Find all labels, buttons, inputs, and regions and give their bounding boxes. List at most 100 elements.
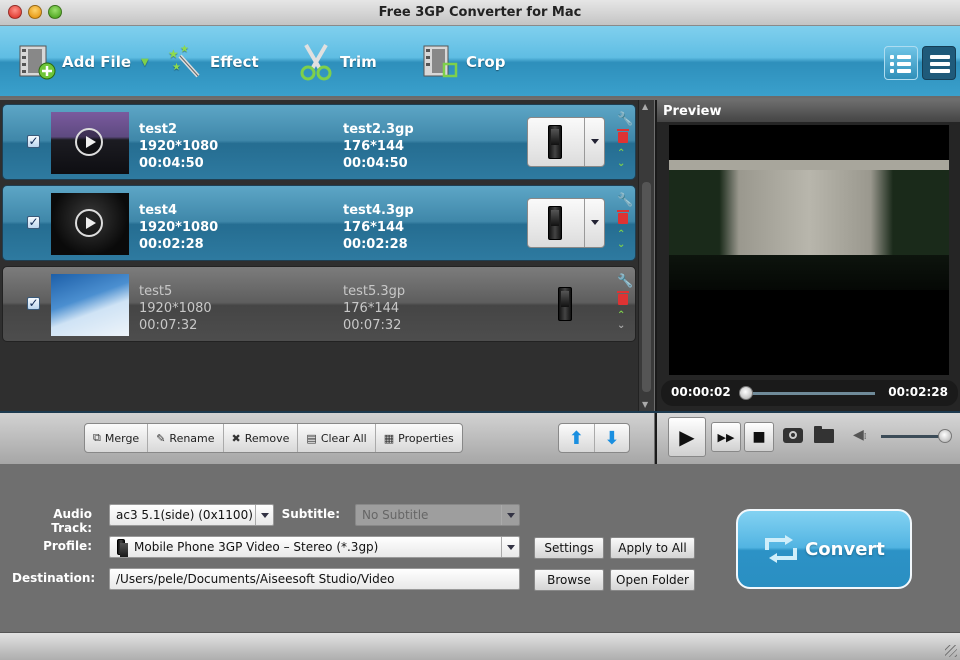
subtitle-select[interactable]: No Subtitle	[355, 504, 520, 526]
arrow-down-icon: ⬇	[604, 427, 620, 449]
playback-bar: 00:00:02 00:02:28	[661, 380, 958, 406]
trash-icon[interactable]	[617, 210, 629, 224]
file-list: ✓ test2 1920*1080 00:04:50 test2.3gp 176…	[0, 100, 654, 412]
browse-button[interactable]: Browse	[534, 569, 604, 591]
mobile-phone-icon[interactable]	[558, 287, 572, 321]
open-snapshot-folder-icon[interactable]	[814, 426, 834, 443]
arrow-up-icon: ⬆	[568, 427, 584, 449]
remove-button[interactable]: ✖ Remove	[224, 424, 299, 452]
resize-grip-icon[interactable]	[945, 645, 957, 657]
file-checkbox[interactable]: ✓	[27, 135, 40, 148]
output-name[interactable]: test2.3gp	[343, 121, 414, 138]
move-down-button[interactable]: ⬇	[595, 424, 630, 452]
output-name[interactable]: test4.3gp	[343, 202, 414, 219]
chevron-down-icon[interactable]	[584, 199, 604, 247]
convert-button[interactable]: Convert	[736, 509, 912, 589]
volume-slider[interactable]	[881, 435, 945, 438]
add-file-label: Add File	[62, 53, 132, 71]
file-row[interactable]: ✓ test4 1920*1080 00:02:28 test4.3gp 176…	[2, 185, 636, 261]
preview-video[interactable]	[669, 125, 949, 375]
video-thumbnail[interactable]	[51, 112, 129, 174]
audio-track-label: Audio Track:	[51, 507, 92, 535]
move-down-icon[interactable]: ⌄	[617, 321, 625, 331]
preview-panel: Preview 00:00:02 00:02:28	[655, 100, 960, 412]
list-view-button[interactable]	[884, 46, 918, 80]
trash-icon[interactable]	[617, 291, 629, 305]
output-profile-select[interactable]	[527, 198, 605, 248]
svg-text:★: ★	[180, 44, 189, 55]
title-bar: Free 3GP Converter for Mac	[0, 0, 960, 26]
fast-forward-button[interactable]: ▶▶	[711, 422, 741, 452]
trim-button[interactable]: Trim	[298, 42, 377, 82]
source-name: test4	[139, 203, 178, 218]
clear-all-button[interactable]: ▤ Clear All	[298, 424, 376, 452]
file-checkbox[interactable]: ✓	[27, 297, 40, 310]
output-duration: 00:07:32	[343, 318, 402, 333]
stop-button[interactable]: ■	[744, 422, 774, 452]
wrench-icon[interactable]: 🔧	[617, 113, 633, 126]
source-duration: 00:04:50	[139, 156, 204, 171]
apply-to-all-button[interactable]: Apply to All	[610, 537, 695, 559]
move-down-icon[interactable]: ⌄	[617, 240, 625, 250]
properties-button[interactable]: ▦ Properties	[376, 424, 462, 452]
effect-button[interactable]: ★ ★ ★ Effect	[166, 42, 259, 82]
scroll-up-icon[interactable]: ▲	[642, 102, 648, 111]
subtitle-value: No Subtitle	[362, 508, 429, 522]
main-toolbar: Add File ▼ ★ ★ ★ Effect Trim Crop	[0, 26, 960, 98]
trash-icon[interactable]	[617, 129, 629, 143]
status-bar	[0, 632, 960, 660]
profile-select[interactable]: Mobile Phone 3GP Video – Stereo (*.3gp)	[109, 536, 520, 558]
play-icon[interactable]	[75, 209, 103, 237]
destination-input[interactable]: /Users/pele/Documents/Aiseesoft Studio/V…	[109, 568, 520, 590]
audio-track-select[interactable]: ac3 5.1(side) (0x1100)	[109, 504, 274, 526]
file-checkbox[interactable]: ✓	[27, 216, 40, 229]
merge-button[interactable]: ⧉ Merge	[85, 424, 149, 452]
seek-slider-thumb[interactable]	[739, 386, 754, 400]
open-folder-button[interactable]: Open Folder	[610, 569, 695, 591]
move-up-button[interactable]: ⬆	[559, 424, 595, 452]
wrench-icon[interactable]: 🔧	[617, 194, 633, 207]
player-controls: ▶ ▶▶ ■ ◀⁞	[655, 413, 960, 464]
play-icon: ▶	[679, 425, 695, 449]
trim-label: Trim	[340, 53, 377, 71]
rename-button[interactable]: ✎ Rename	[148, 424, 224, 452]
properties-label: Properties	[398, 431, 454, 445]
volume-slider-thumb[interactable]	[938, 429, 952, 443]
move-down-icon[interactable]: ⌄	[617, 159, 625, 169]
output-resolution: 176*144	[343, 139, 405, 154]
seek-slider[interactable]	[745, 392, 875, 395]
add-file-button[interactable]: Add File ▼	[18, 42, 149, 82]
crop-icon	[423, 45, 458, 78]
scissors-icon	[300, 43, 332, 81]
add-file-dropdown-icon[interactable]: ▼	[141, 57, 149, 68]
profile-label: Profile:	[43, 539, 92, 553]
scrollbar-thumb[interactable]	[642, 182, 651, 392]
chevron-down-icon[interactable]	[584, 118, 604, 166]
add-file-icon	[19, 45, 56, 80]
effect-label: Effect	[210, 53, 259, 71]
crop-button[interactable]: Crop	[422, 42, 505, 82]
video-thumbnail[interactable]	[51, 274, 129, 336]
source-name: test2	[139, 122, 178, 137]
file-row[interactable]: ✓ test5 1920*1080 00:07:32 test5.3gp 176…	[2, 266, 636, 342]
file-list-scrollbar[interactable]: ▲ ▼	[638, 100, 654, 412]
output-profile-select[interactable]	[527, 117, 605, 167]
file-row[interactable]: ✓ test2 1920*1080 00:04:50 test2.3gp 176…	[2, 104, 636, 180]
file-action-bar: ⧉ Merge ✎ Rename ✖ Remove ▤ Clear All ▦ Prope…	[0, 413, 654, 464]
mobile-phone-icon	[548, 125, 562, 159]
crop-label: Crop	[466, 53, 506, 71]
volume-icon[interactable]: ◀⁞	[853, 427, 867, 443]
snapshot-camera-icon[interactable]	[783, 428, 803, 443]
merge-icon: ⧉	[93, 431, 101, 444]
source-duration: 00:02:28	[139, 237, 204, 252]
play-icon[interactable]	[75, 128, 103, 156]
video-thumbnail[interactable]	[51, 193, 129, 255]
mobile-phone-icon	[548, 206, 562, 240]
play-button[interactable]: ▶	[668, 417, 706, 457]
svg-text:★: ★	[168, 47, 179, 61]
detail-view-button[interactable]	[922, 46, 956, 80]
scroll-down-icon[interactable]: ▼	[642, 400, 648, 409]
settings-button[interactable]: Settings	[534, 537, 604, 559]
output-name[interactable]: test5.3gp	[343, 283, 405, 300]
wrench-icon[interactable]: 🔧	[617, 275, 633, 288]
